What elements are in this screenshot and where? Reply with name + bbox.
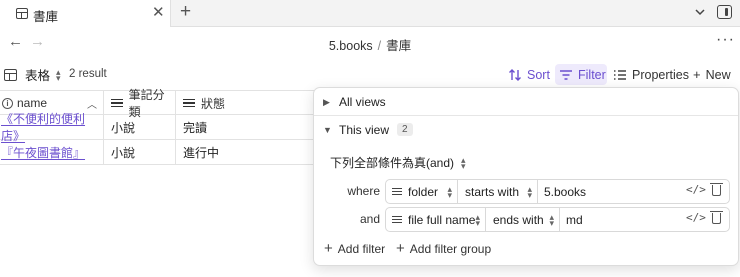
filter-condition: folder ▴ ▾ starts with ▴ ▾ 5.books </> [385,179,730,204]
code-icon[interactable]: </> [686,211,706,224]
base-toolbar: 表格 ▴ ▾ 2 result Sort Filter Properties + … [0,60,740,88]
filter-prefix: and [359,212,380,226]
filter-value-input[interactable]: 5.books [538,180,678,203]
category-cell[interactable]: 小說 [104,140,176,164]
operator-select[interactable]: starts with ▴ ▾ [458,180,538,203]
filter-count-badge: 2 [397,123,413,136]
this-view-section[interactable]: ▼ This view 2 [314,116,738,143]
add-filter-group-label: Add filter group [409,241,492,256]
filter-label: Filter [578,67,606,82]
status-cell[interactable]: 進行中 [176,140,330,164]
tab-bar: 書庫 ✕ + [0,0,740,27]
filter-icon [560,69,572,80]
breadcrumb: 5.books / 書庫 [0,35,740,54]
view-switcher[interactable]: 表格 ▴ ▾ [4,65,61,84]
add-filter-button[interactable]: + Add filter [324,240,385,257]
text-property-icon [183,97,195,109]
column-header-category[interactable]: 筆記分類 [104,88,176,119]
filter-popover: ▶ All views ▼ This view 2 下列全部條件為真(and) … [313,87,739,266]
tab-title: 書庫 [33,10,59,24]
category-cell[interactable]: 小說 [104,115,176,139]
chevron-right-icon: ▶ [323,96,330,107]
this-view-label: This view [339,122,390,137]
plus-icon: + [693,67,701,82]
properties-label: Properties [632,67,689,82]
breadcrumb-file[interactable]: 書庫 [386,39,411,53]
result-count: 2 result [69,68,107,80]
filter-button[interactable]: Filter [555,64,607,85]
add-filter-group-button[interactable]: + Add filter group [396,240,491,257]
property-select[interactable]: folder ▴ ▾ [386,180,458,203]
list-icon [614,69,626,80]
text-property-icon [111,97,123,109]
column-header-label: name [17,96,48,110]
table-row: 『午夜圖書館』 小說 進行中 [0,140,330,165]
up-down-chevron-icon: ▴ ▾ [461,154,466,171]
new-label: New [705,67,731,82]
sidebar-toggle-icon[interactable] [717,5,732,19]
filter-row: and file full name ▴ ▾ ends with ▴ ▾ md </… [332,207,730,232]
name-cell: 《不便利的便利店》 [0,112,104,143]
property-select[interactable]: file full name ▴ ▾ [386,208,486,231]
code-icon[interactable]: </> [686,183,706,196]
name-cell: 『午夜圖書館』 [0,140,104,164]
table-icon [16,8,28,19]
table-icon [4,68,17,81]
chevron-down-icon[interactable] [693,5,707,19]
chevron-up-icon: ︿ [87,99,97,111]
add-filter-label: Add filter [337,241,386,256]
up-down-chevron-icon: ▴ ▾ [56,66,61,83]
sort-button[interactable]: Sort [508,64,550,85]
more-options-icon[interactable]: ··· [716,31,735,49]
plus-icon: + [396,240,405,257]
up-down-chevron-icon: ▴ ▾ [549,211,554,228]
breadcrumb-folder[interactable]: 5.books [329,39,373,53]
properties-button[interactable]: Properties [613,64,689,85]
info-icon: i [2,97,13,109]
column-header-status[interactable]: 狀態 [176,91,330,115]
filter-prefix: where [347,184,380,198]
all-views-section[interactable]: ▶ All views [314,89,738,116]
status-cell[interactable]: 完讀 [176,115,330,139]
conjunction-select[interactable]: 下列全部條件為真(and) ▴ ▾ [330,154,466,171]
new-button[interactable]: + New [693,64,731,85]
filter-condition: file full name ▴ ▾ ends with ▴ ▾ md </> [385,207,730,232]
up-down-chevron-icon: ▴ ▾ [447,183,452,200]
trash-icon[interactable] [710,183,723,196]
tab-books[interactable]: 書庫 ✕ [0,0,171,27]
property-label: file full name [408,212,476,227]
up-down-chevron-icon: ▴ ▾ [527,183,532,200]
view-name: 表格 [25,69,51,83]
note-link[interactable]: 『午夜圖書館』 [1,144,85,161]
plus-icon: + [324,240,333,257]
note-link[interactable]: 《不便利的便利店》 [1,110,103,144]
sort-label: Sort [527,67,550,82]
filter-value-input[interactable]: md [560,208,678,231]
up-down-chevron-icon: ▴ ▾ [475,211,480,228]
text-property-icon [392,214,402,226]
property-label: folder [408,184,439,199]
table-row: 《不便利的便利店》 小說 完讀 [0,112,330,143]
breadcrumb-separator: / [377,39,382,53]
sort-icon [509,68,521,81]
operator-select[interactable]: ends with ▴ ▾ [486,208,560,231]
all-views-label: All views [339,95,386,109]
new-tab-icon[interactable]: + [180,2,191,22]
filter-row: where folder ▴ ▾ starts with ▴ ▾ 5.books <… [332,179,730,204]
text-property-icon [392,186,402,198]
operator-label: starts with [465,184,520,199]
navigation-bar: ← → 5.books / 書庫 ··· [0,27,740,57]
trash-icon[interactable] [710,211,723,224]
operator-label: ends with [493,212,544,227]
column-header-label: 狀態 [201,96,226,111]
chevron-down-icon: ▼ [323,124,332,135]
conjunction-label: 下列全部條件為真(and) [330,156,455,170]
close-tab-icon[interactable]: ✕ [152,4,165,22]
